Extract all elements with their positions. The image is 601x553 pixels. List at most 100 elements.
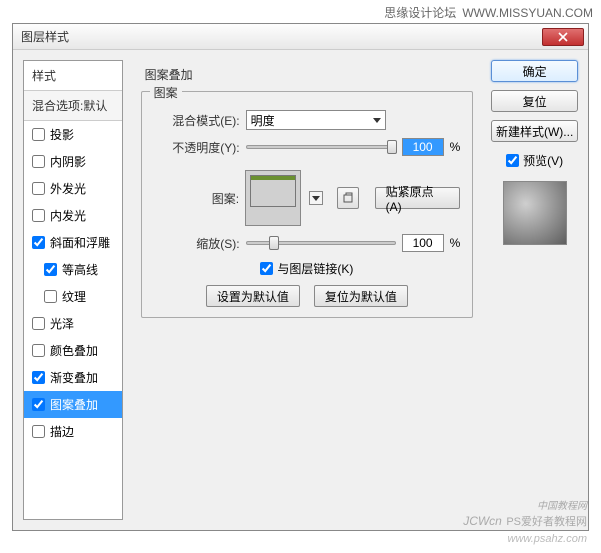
blend-mode-select[interactable]: 明度 [246,110,386,130]
opacity-row: 不透明度(Y): 100 % [154,138,461,156]
scale-input[interactable]: 100 [402,234,444,252]
link-layer-label: 与图层链接(K) [277,260,353,277]
preview-checkbox-input[interactable] [506,154,519,167]
style-label: 内阴影 [50,153,86,170]
style-item-5[interactable]: 等高线 [24,256,122,283]
scale-row: 缩放(S): 100 % [154,234,461,252]
style-label: 纹理 [62,288,86,305]
style-checkbox[interactable] [32,182,45,195]
section-title: 图案叠加 [145,66,474,83]
watermark-sub: PS爱好者教程网 [506,516,587,528]
style-item-1[interactable]: 内阴影 [24,148,122,175]
style-label: 颜色叠加 [50,342,98,359]
style-item-0[interactable]: 投影 [24,121,122,148]
style-list: 投影内阴影外发光内发光斜面和浮雕等高线纹理光泽颜色叠加渐变叠加图案叠加描边 [24,121,122,519]
layer-style-dialog: 图层样式 样式 混合选项:默认 投影内阴影外发光内发光斜面和浮雕等高线纹理光泽颜… [12,23,589,531]
ok-button[interactable]: 确定 [491,60,578,82]
style-checkbox[interactable] [32,128,45,141]
page-header: 思缘设计论坛 WWW.MISSYUAN.COM [0,0,601,23]
opacity-label: 不透明度(Y): [154,139,240,156]
opacity-slider[interactable] [246,145,396,149]
style-label: 光泽 [50,315,74,332]
dialog-body: 样式 混合选项:默认 投影内阴影外发光内发光斜面和浮雕等高线纹理光泽颜色叠加渐变… [13,50,588,530]
cancel-button[interactable]: 复位 [491,90,578,112]
scale-slider[interactable] [246,241,396,245]
blend-mode-label: 混合模式(E): [154,112,240,129]
style-label: 描边 [50,423,74,440]
site-url: WWW.MISSYUAN.COM [462,6,593,20]
brick-pattern-preview [250,175,296,207]
blend-mode-row: 混合模式(E): 明度 [154,110,461,130]
preview-label: 预览(V) [523,152,563,169]
styles-list-panel: 样式 混合选项:默认 投影内阴影外发光内发光斜面和浮雕等高线纹理光泽颜色叠加渐变… [23,60,123,520]
style-item-3[interactable]: 内发光 [24,202,122,229]
style-checkbox[interactable] [32,398,45,411]
style-item-11[interactable]: 描边 [24,418,122,445]
blend-options-header[interactable]: 混合选项:默认 [24,91,122,121]
style-checkbox[interactable] [32,344,45,357]
titlebar[interactable]: 图层样式 [13,24,588,50]
percent-label: % [450,140,461,154]
fieldset-legend: 图案 [150,84,182,101]
new-pattern-button[interactable] [337,187,359,209]
preview-checkbox[interactable]: 预览(V) [491,152,578,169]
style-item-10[interactable]: 图案叠加 [24,391,122,418]
opacity-input[interactable]: 100 [402,138,444,156]
style-item-4[interactable]: 斜面和浮雕 [24,229,122,256]
style-checkbox[interactable] [32,236,45,249]
new-preset-icon [342,192,354,204]
percent-label: % [450,236,461,250]
style-item-7[interactable]: 光泽 [24,310,122,337]
style-label: 渐变叠加 [50,369,98,386]
blend-mode-value: 明度 [251,112,275,129]
watermark: 中国教程网 JCWcn PS爱好者教程网 www.psahz.com [463,501,587,547]
watermark-url: www.psahz.com [508,533,587,545]
main-panel: 图案叠加 图案 混合模式(E): 明度 不透明度(Y): [133,60,482,520]
pattern-label: 图案: [154,190,239,207]
style-label: 等高线 [62,261,98,278]
opacity-slider-thumb[interactable] [387,140,397,154]
default-buttons-row: 设置为默认值 复位为默认值 [154,285,461,307]
style-label: 外发光 [50,180,86,197]
close-button[interactable] [542,28,584,46]
link-layer-input[interactable] [260,262,273,275]
styles-header[interactable]: 样式 [24,61,122,91]
style-item-9[interactable]: 渐变叠加 [24,364,122,391]
right-button-panel: 确定 复位 新建样式(W)... 预览(V) [491,60,578,520]
chevron-down-icon [373,118,381,123]
style-label: 内发光 [50,207,86,224]
snap-origin-button[interactable]: 贴紧原点(A) [375,187,461,209]
preview-thumbnail [503,181,567,245]
pattern-row: 图案: 贴紧原点(A) [154,170,461,226]
scale-slider-thumb[interactable] [269,236,279,250]
style-label: 图案叠加 [50,396,98,413]
style-checkbox[interactable] [32,155,45,168]
dialog-title: 图层样式 [21,28,542,45]
make-default-button[interactable]: 设置为默认值 [206,285,300,307]
style-checkbox[interactable] [44,290,57,303]
link-layer-checkbox[interactable]: 与图层链接(K) [260,260,353,277]
style-checkbox[interactable] [32,317,45,330]
style-checkbox[interactable] [32,371,45,384]
watermark-brand: JCWcn [463,514,502,528]
close-icon [558,32,568,42]
link-layer-row: 与图层链接(K) [154,260,461,277]
style-label: 投影 [50,126,74,143]
style-checkbox[interactable] [44,263,57,276]
style-item-8[interactable]: 颜色叠加 [24,337,122,364]
reset-default-button[interactable]: 复位为默认值 [314,285,408,307]
chevron-down-icon [312,196,320,201]
style-item-6[interactable]: 纹理 [24,283,122,310]
scale-label: 缩放(S): [154,235,240,252]
pattern-dropdown-arrow[interactable] [309,191,323,205]
site-name: 思缘设计论坛 [384,6,456,20]
style-checkbox[interactable] [32,425,45,438]
watermark-extra: 中国教程网 [463,501,587,512]
style-checkbox[interactable] [32,209,45,222]
pattern-swatch[interactable] [245,170,301,226]
new-style-button[interactable]: 新建样式(W)... [491,120,578,142]
style-label: 斜面和浮雕 [50,234,110,251]
pattern-overlay-section: 图案叠加 图案 混合模式(E): 明度 不透明度(Y): [133,60,482,330]
style-item-2[interactable]: 外发光 [24,175,122,202]
pattern-fieldset: 图案 混合模式(E): 明度 不透明度(Y): 100 [141,91,474,318]
